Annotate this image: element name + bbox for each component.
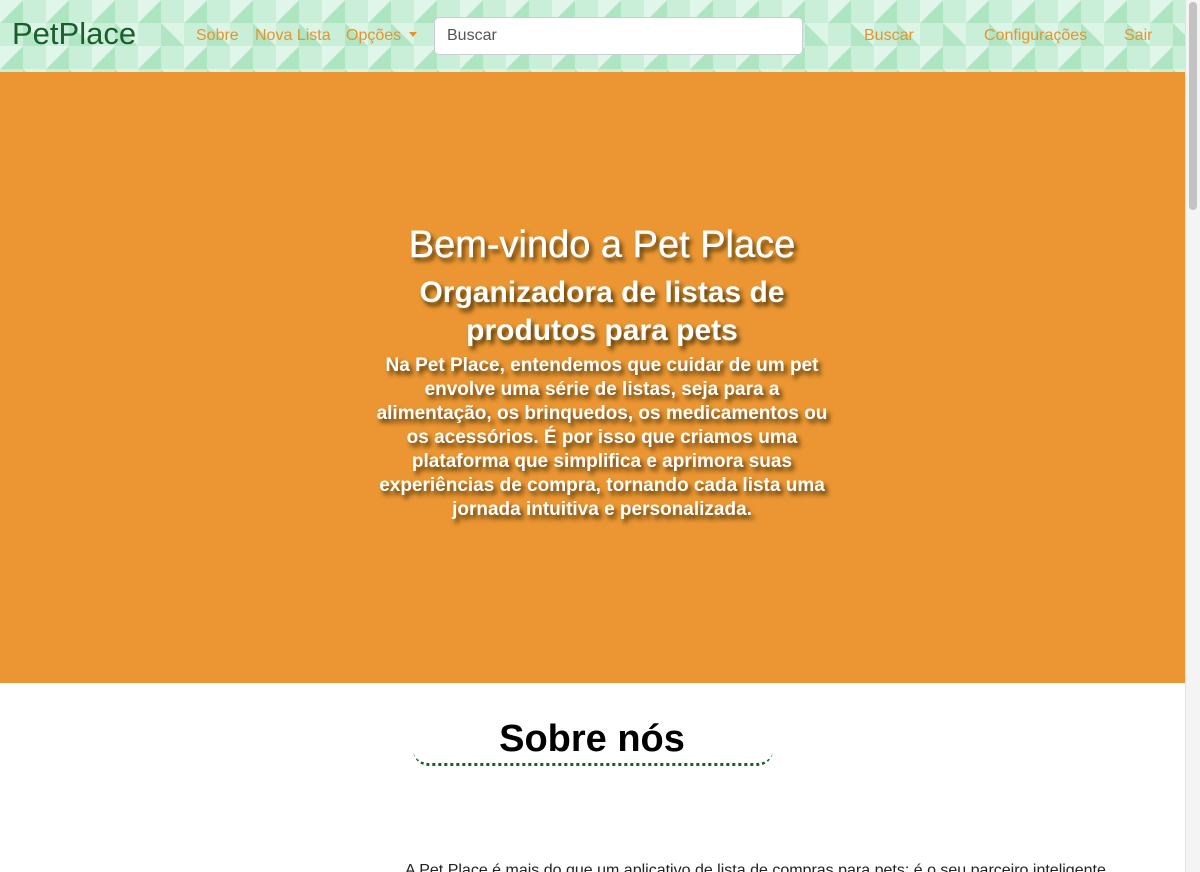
brand-logo-link[interactable]: PetPlace (12, 14, 136, 54)
page-scrollbar[interactable] (1185, 0, 1200, 872)
hero-content: Bem-vindo a Pet Place Organizadora de li… (372, 222, 832, 522)
nav-dropdown-opcoes-label: Opções (346, 27, 402, 44)
page: PetPlace Sobre Nova Lista Opções Buscar … (0, 0, 1185, 872)
scrollbar-thumb[interactable] (1189, 2, 1197, 210)
about-text: A Pet Place é mais do que um aplicativo … (405, 862, 1106, 872)
search-button[interactable]: Buscar (864, 26, 914, 46)
search-input[interactable] (434, 17, 803, 55)
hero-subtitle: Organizadora de listas de produtos para … (419, 276, 785, 347)
navbar: PetPlace Sobre Nova Lista Opções Buscar … (0, 0, 1185, 72)
nav-link-configuracoes[interactable]: Configurações (984, 26, 1087, 46)
hero-title: Bem-vindo a Pet Place (408, 224, 796, 266)
nav-link-nova-lista[interactable]: Nova Lista (255, 26, 331, 46)
hero-section: Bem-vindo a Pet Place Organizadora de li… (0, 72, 1185, 683)
nav-dropdown-opcoes[interactable]: Opções (346, 26, 418, 46)
chevron-down-icon (409, 32, 418, 37)
nav-link-sair[interactable]: Sair (1124, 26, 1152, 46)
about-heading: Sobre nós (499, 718, 685, 760)
hero-description: Na Pet Place, entendemos que cuidar de u… (376, 355, 828, 520)
nav-link-sobre[interactable]: Sobre (196, 26, 239, 46)
